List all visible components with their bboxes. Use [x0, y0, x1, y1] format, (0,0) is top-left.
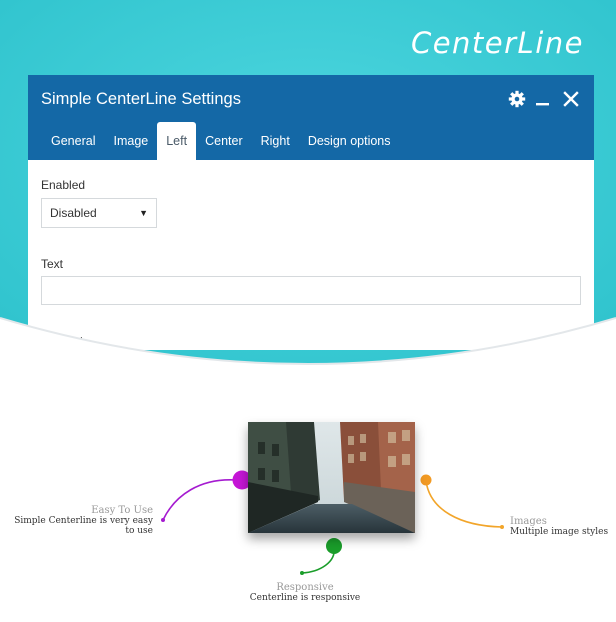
feature-images-desc: Multiple image styles — [510, 527, 609, 537]
responsive-marker-dot — [326, 538, 342, 554]
feature-responsive-desc: Centerline is responsive — [249, 593, 361, 603]
feature-images-title: Images — [510, 516, 547, 527]
feature-images: Images Multiple image styles — [510, 516, 614, 537]
feature-easy-desc: Simple Centerline is very easy to use — [14, 516, 153, 536]
images-marker-dot — [420, 474, 432, 486]
feature-easy-to-use: Easy To Use Simple Centerline is very ea… — [8, 505, 153, 536]
feature-responsive-title: Responsive — [276, 582, 334, 593]
street-photo — [248, 422, 415, 533]
feature-responsive: Responsive Centerline is responsive — [230, 582, 380, 603]
feature-easy-title: Easy To Use — [91, 505, 153, 516]
